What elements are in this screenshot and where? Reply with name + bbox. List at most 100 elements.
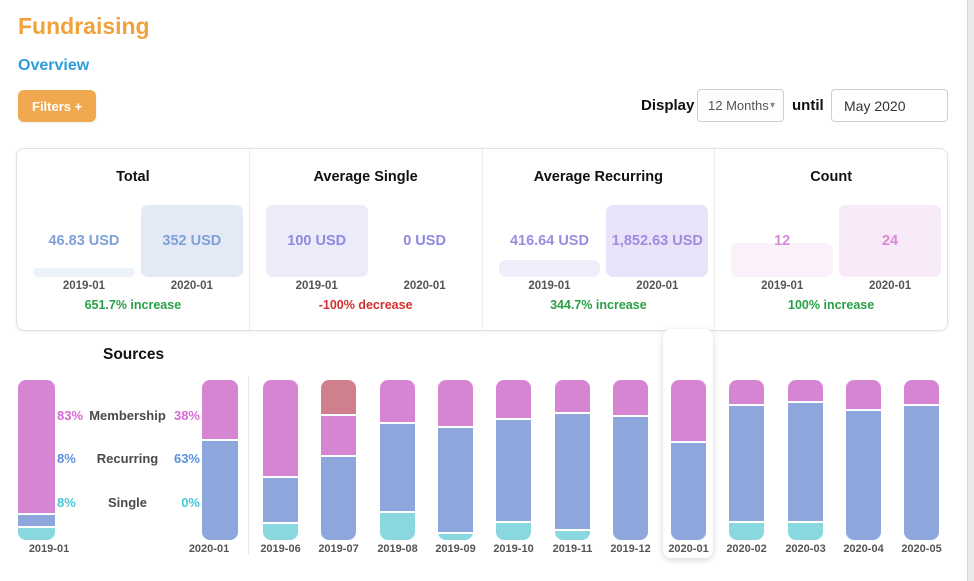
metric-dates: 2019-012020-01	[499, 280, 709, 292]
bar-label: 2020-03	[774, 543, 838, 555]
bar-label: 2019-06	[249, 543, 313, 555]
metric-change: 344.7% increase	[483, 298, 715, 312]
metric-column: 46.83 USD	[33, 205, 135, 277]
bar-label: 2019-07	[307, 543, 371, 555]
source-pct-left: 8%	[57, 496, 76, 510]
period-select-value: 12 Months	[708, 98, 769, 113]
source-bar[interactable]	[496, 380, 531, 540]
bar-label: 2020-02	[715, 543, 779, 555]
bar-segment-membership[interactable]	[438, 380, 473, 426]
source-bar[interactable]	[380, 380, 415, 540]
bar-segment-single[interactable]	[788, 521, 823, 540]
bar-segment-recurring[interactable]	[788, 401, 823, 521]
metric-value: 12	[723, 233, 841, 249]
metric-change: 651.7% increase	[17, 298, 249, 312]
source-bar[interactable]	[18, 380, 55, 540]
metric-date: 2019-01	[266, 280, 368, 292]
source-bar[interactable]	[555, 380, 590, 540]
bar-segment-membership[interactable]	[729, 380, 764, 404]
metric-column: 24	[839, 205, 941, 277]
bar-segment-membership[interactable]	[202, 380, 238, 439]
source-bar[interactable]	[613, 380, 648, 540]
metric-columns: 100 USD0 USD	[266, 205, 476, 277]
summary-cards: Total46.83 USD352 USD2019-012020-01651.7…	[16, 148, 948, 331]
bar-segment-recurring[interactable]	[729, 404, 764, 521]
metric-value: 46.83 USD	[25, 233, 143, 249]
bar-segment-recurring[interactable]	[496, 418, 531, 520]
bar-segment-membership[interactable]	[496, 380, 531, 418]
legend-label-single: Single	[85, 496, 170, 510]
bar-label: 2020-04	[832, 543, 896, 555]
period-select[interactable]: 12 Months ▾	[697, 89, 784, 122]
series-divider	[248, 376, 249, 554]
bar-segment-recurring[interactable]	[263, 476, 298, 522]
metric-title: Average Single	[250, 169, 482, 185]
metric-box	[499, 260, 601, 277]
bar-segment-single[interactable]	[555, 529, 590, 540]
legend-label-recurring: Recurring	[85, 452, 170, 466]
source-pct-right: 0%	[168, 496, 200, 510]
filters-button[interactable]: Filters +	[18, 90, 96, 122]
source-pct-right: 38%	[168, 409, 200, 423]
bar-segment-membership[interactable]	[671, 380, 706, 441]
metric-title: Count	[715, 169, 947, 185]
bar-segment-membership[interactable]	[904, 380, 939, 404]
bar-segment-recurring[interactable]	[321, 455, 356, 540]
source-bar[interactable]	[202, 380, 238, 540]
bar-segment-membership[interactable]	[321, 414, 356, 456]
metric-value: 24	[831, 233, 949, 249]
metric-dates: 2019-012020-01	[33, 280, 243, 292]
bar-segment-membership[interactable]	[846, 380, 881, 409]
metric-date: 2020-01	[839, 280, 941, 292]
bar-segment-recurring[interactable]	[846, 409, 881, 540]
bar-segment-single[interactable]	[438, 532, 473, 540]
source-bar[interactable]	[904, 380, 939, 540]
metric-card: Total 46.83 USD352 USD 2019-012020-01 651.7…	[17, 149, 249, 330]
sources-title: Sources	[103, 346, 164, 364]
until-date-input[interactable]	[831, 89, 948, 122]
bar-segment-single[interactable]	[18, 526, 55, 540]
bar-segment-recurring[interactable]	[555, 412, 590, 529]
bar-segment-recurring[interactable]	[904, 404, 939, 540]
bar-segment-recurring[interactable]	[18, 513, 55, 526]
metric-change: -100% decrease	[250, 298, 482, 312]
source-bar[interactable]	[438, 380, 473, 540]
bar-segment-single[interactable]	[263, 522, 298, 540]
metric-title: Total	[17, 169, 249, 185]
source-bar[interactable]	[846, 380, 881, 540]
source-bar[interactable]	[671, 380, 706, 540]
bar-label: 2020-01	[657, 543, 721, 555]
source-bar[interactable]	[729, 380, 764, 540]
bar-segment-membership[interactable]	[263, 380, 298, 476]
bar-segment-membership[interactable]	[380, 380, 415, 422]
bar-segment-recurring[interactable]	[671, 441, 706, 540]
metric-title: Average Recurring	[483, 169, 715, 185]
metric-columns: 46.83 USD352 USD	[33, 205, 243, 277]
metric-dates: 2019-012020-01	[731, 280, 941, 292]
bar-label: 2019-09	[424, 543, 488, 555]
bar-segment-single[interactable]	[729, 521, 764, 540]
source-bar[interactable]	[321, 380, 356, 540]
bar-label: 2020-05	[890, 543, 954, 555]
bar-segment-membership[interactable]	[555, 380, 590, 412]
bar-segment-recurring[interactable]	[380, 422, 415, 512]
bar-segment-recurring[interactable]	[202, 439, 238, 540]
bar-segment-other[interactable]	[321, 380, 356, 414]
metric-value: 0 USD	[366, 233, 484, 249]
bar-segment-single[interactable]	[496, 521, 531, 540]
bar-segment-recurring[interactable]	[438, 426, 473, 532]
bar-segment-membership[interactable]	[788, 380, 823, 401]
page-subtitle: Overview	[18, 57, 89, 75]
legend-label-membership: Membership	[85, 409, 170, 423]
bar-segment-membership[interactable]	[613, 380, 648, 415]
source-bar[interactable]	[788, 380, 823, 540]
bar-segment-single[interactable]	[380, 511, 415, 540]
source-bar[interactable]	[263, 380, 298, 540]
metric-column: 1,852.63 USD	[606, 205, 708, 277]
scrollbar[interactable]	[967, 0, 974, 581]
bar-label: 2019-12	[599, 543, 663, 555]
bar-label: 2019-08	[366, 543, 430, 555]
bar-segment-membership[interactable]	[18, 380, 55, 513]
bar-segment-recurring[interactable]	[613, 415, 648, 540]
metric-card: Average Recurring416.64 USD1,852.63 USD2…	[482, 149, 715, 330]
